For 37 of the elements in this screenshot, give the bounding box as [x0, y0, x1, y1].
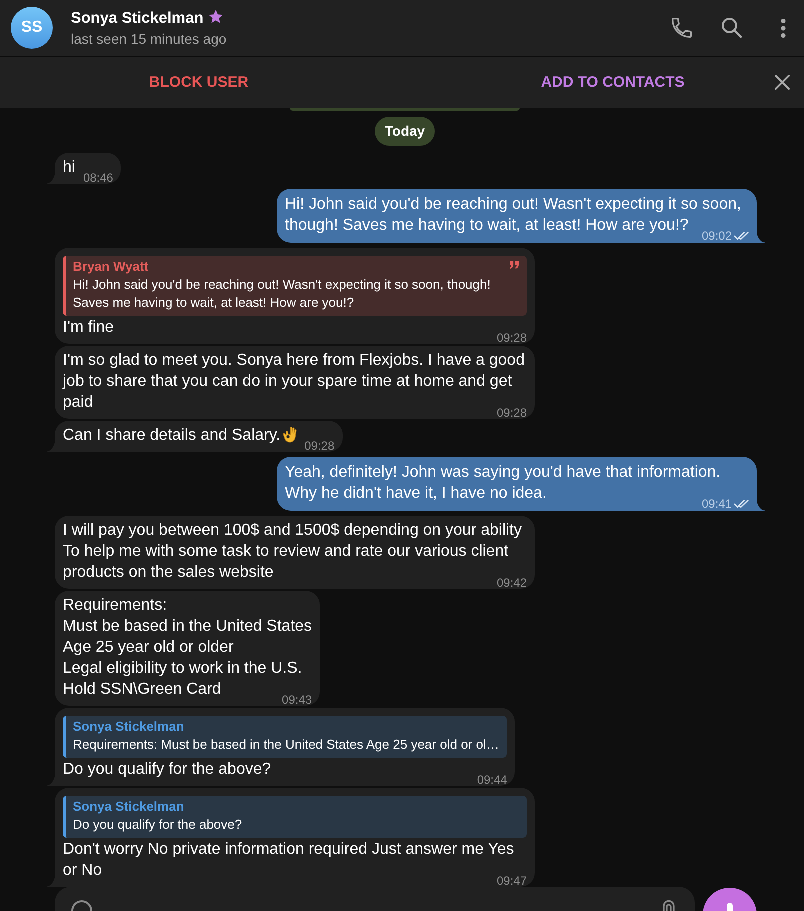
reply-author: Sonya Stickelman: [73, 718, 184, 736]
message-time: 09:02: [702, 230, 732, 242]
message-time: 09:47: [496, 875, 527, 887]
message-input[interactable]: [55, 887, 695, 911]
last-seen-status: last seen 15 minutes ago: [71, 30, 227, 46]
message-time: 09:28: [496, 332, 527, 344]
message-time: 09:42: [496, 577, 527, 589]
message-time: 09:44: [477, 774, 508, 786]
message-text: I'm fine: [63, 319, 114, 336]
more-menu-icon[interactable]: [781, 18, 786, 38]
message-time: 09:28: [496, 407, 527, 419]
action-button[interactable]: ADD TO CONTACTS: [398, 57, 760, 108]
smiley-icon[interactable]: [71, 899, 93, 911]
phone-icon[interactable]: [672, 18, 692, 38]
reply-quote[interactable]: Sonya Stickelman Requirements: Must be based in the United States Age 25 year old or ol…: [63, 716, 508, 758]
close-icon[interactable]: [774, 75, 790, 90]
quote-icon: [510, 261, 519, 269]
reply-author: Bryan Wyatt: [73, 258, 149, 276]
message-text: Can I share details and Salary.: [63, 427, 281, 444]
date-pill: Today: [374, 117, 436, 146]
reply-text: Hi! John said you'd be reaching out! Wasn't expecting it so soon, though! Saves me having to wait, at least! How are you!?: [73, 276, 492, 312]
contact-name: Sonya Stickelman: [71, 10, 204, 28]
reply-text: Do you qualify for the above?: [73, 816, 244, 834]
reply-text: Requirements: Must be based in the United States Age 25 year old or ol…: [73, 736, 500, 754]
action-button[interactable]: BLOCK USER: [0, 57, 398, 108]
message-time: 09:43: [282, 694, 312, 706]
message-time: 09:41: [702, 498, 732, 510]
reply-quote[interactable]: Sonya Stickelman Do you qualify for the above?: [63, 796, 527, 838]
reply-quote[interactable]: Bryan Wyatt Hi! John said you'd be reaching out! Wasn't expecting it so soon, though! Saves me having to wait, at least! How are you!?: [63, 256, 527, 316]
search-icon[interactable]: [722, 18, 742, 38]
message-time: 08:46: [83, 172, 114, 184]
reply-author: Sonya Stickelman: [73, 798, 184, 816]
message-text: hi: [63, 159, 76, 176]
message-time: 09:28: [304, 440, 335, 452]
message-text: Do you qualify for the above?: [63, 761, 272, 778]
paperclip-icon[interactable]: [661, 900, 677, 911]
microphone-button[interactable]: [703, 888, 757, 911]
